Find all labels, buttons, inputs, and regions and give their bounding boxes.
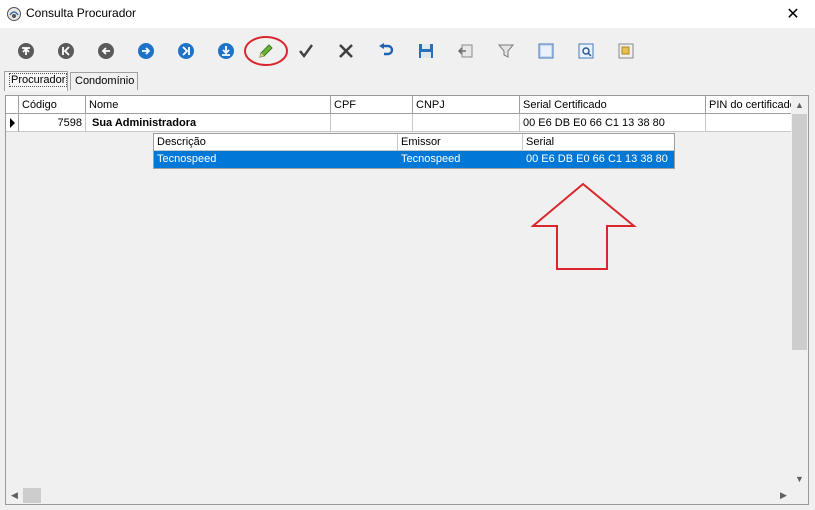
print-button[interactable]	[529, 34, 563, 68]
scroll-up-icon[interactable]: ▲	[791, 96, 808, 113]
row-indicator	[6, 114, 19, 132]
app-icon	[7, 7, 21, 21]
column-header-serial[interactable]: Serial Certificado	[520, 96, 706, 114]
scroll-right-icon[interactable]: ▶	[775, 487, 792, 504]
next-record-button[interactable]	[129, 34, 163, 68]
dropdown-cell-emissor: Tecnospeed	[401, 153, 461, 165]
close-icon: ✕	[786, 6, 800, 23]
column-header-codigo[interactable]: Código	[19, 96, 86, 114]
report-icon	[618, 43, 634, 59]
window-title: Consulta Procurador	[26, 6, 137, 20]
certificate-lookup-dropdown[interactable]: Descrição Emissor Serial Tecnospeed Tecn…	[153, 133, 675, 169]
prior-record-button[interactable]	[89, 34, 123, 68]
next-page-button[interactable]	[169, 34, 203, 68]
filter-icon	[497, 44, 515, 58]
edit-button[interactable]	[240, 34, 292, 68]
dropdown-header-emissor: Emissor	[398, 134, 523, 151]
dropdown-row-selected[interactable]: Tecnospeed Tecnospeed 00 E6 DB E0 66 C1 …	[154, 151, 674, 168]
cancel-button[interactable]	[329, 34, 363, 68]
edit-pencil-icon	[259, 44, 273, 58]
column-header-pin[interactable]: PIN do certificado	[706, 96, 793, 114]
scroll-down-icon[interactable]: ▼	[791, 470, 808, 487]
export-icon	[457, 44, 473, 58]
preview-icon	[578, 43, 594, 59]
scrollbar-corner	[791, 487, 808, 504]
horizontal-scrollbar[interactable]: ◀ ▶	[6, 487, 792, 504]
tab-procurador[interactable]: Procurador	[4, 71, 68, 91]
undo-icon	[379, 43, 394, 56]
cell-nome[interactable]: Sua Administradora	[86, 114, 331, 132]
save-icon	[419, 44, 433, 58]
cell-pin[interactable]	[706, 114, 793, 132]
next-record-icon	[138, 43, 154, 59]
cell-codigo[interactable]: 7598	[19, 114, 86, 132]
current-row-arrow-icon	[10, 118, 15, 128]
cancel-x-icon	[339, 44, 353, 58]
dropdown-header-descricao: Descrição	[154, 134, 398, 151]
filter-button[interactable]	[489, 34, 523, 68]
cell-cnpj[interactable]	[413, 114, 520, 132]
vertical-scroll-thumb[interactable]	[792, 114, 807, 350]
horizontal-scroll-thumb[interactable]	[23, 488, 41, 503]
column-header-cpf[interactable]: CPF	[331, 96, 413, 114]
toolbar	[0, 34, 815, 70]
annotation-arrow-up	[531, 182, 637, 270]
save-button[interactable]	[409, 34, 443, 68]
tab-condominio[interactable]: Condomínio	[70, 72, 138, 90]
export-button[interactable]	[449, 34, 483, 68]
next-page-icon	[178, 43, 194, 59]
tab-condominio-label: Condomínio	[75, 75, 135, 87]
prior-page-button[interactable]	[49, 34, 83, 68]
dropdown-cell-serial: 00 E6 DB E0 66 C1 13 38 80	[526, 153, 668, 165]
first-record-icon	[18, 43, 34, 59]
undo-button[interactable]	[369, 34, 403, 68]
last-record-icon	[218, 43, 234, 59]
close-button[interactable]: ✕	[771, 0, 815, 28]
preview-button[interactable]	[569, 34, 603, 68]
prior-record-icon	[98, 43, 114, 59]
dropdown-header-serial: Serial	[523, 134, 674, 151]
tab-procurador-label: Procurador	[9, 73, 68, 87]
print-icon	[538, 43, 554, 59]
cell-cpf[interactable]	[331, 114, 413, 132]
report-button[interactable]	[609, 34, 643, 68]
last-record-button[interactable]	[209, 34, 243, 68]
indicator-header	[6, 96, 19, 114]
confirm-check-icon	[299, 44, 313, 58]
cell-serial[interactable]: 00 E6 DB E0 66 C1 13 38 80	[520, 114, 706, 132]
confirm-button[interactable]	[289, 34, 323, 68]
title-bar: Consulta Procurador ✕	[0, 0, 815, 28]
column-header-nome[interactable]: Nome	[86, 96, 331, 114]
vertical-scrollbar[interactable]: ▲ ▼	[791, 96, 808, 487]
column-header-cnpj[interactable]: CNPJ	[413, 96, 520, 114]
dropdown-cell-descricao: Tecnospeed	[157, 153, 217, 165]
scroll-left-icon[interactable]: ◀	[6, 487, 23, 504]
first-record-button[interactable]	[9, 34, 43, 68]
prior-page-icon	[58, 43, 74, 59]
